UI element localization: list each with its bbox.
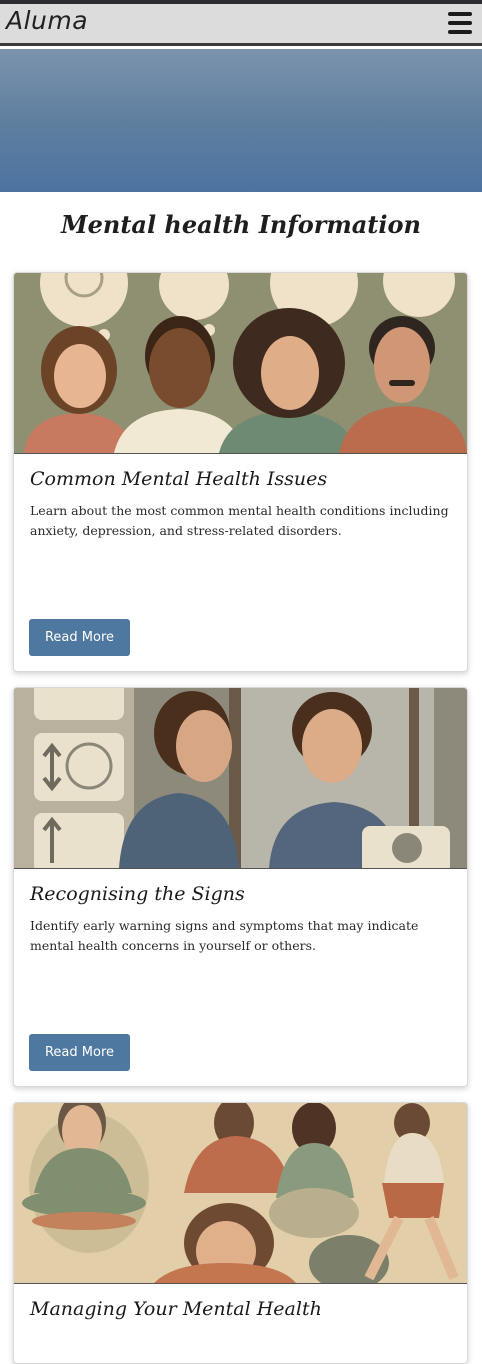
navbar: Aluma xyxy=(0,4,482,46)
card-title: Common Mental Health Issues xyxy=(30,468,328,490)
card-description: Learn about the most common mental healt… xyxy=(30,503,449,538)
brand-logo[interactable]: Aluma xyxy=(6,6,88,35)
hero-banner xyxy=(0,49,482,192)
card-description: Identify early warning signs and symptom… xyxy=(30,918,419,953)
info-card-managing-health: Managing Your Mental Health xyxy=(13,1102,468,1364)
card-title: Recognising the Signs xyxy=(30,883,245,905)
read-more-button[interactable]: Read More xyxy=(29,619,130,656)
info-card-common-issues: Common Mental Health Issues Learn about … xyxy=(13,272,468,672)
info-card-recognising-signs: Recognising the Signs Identify early war… xyxy=(13,687,468,1087)
card-image-mirror-reflection xyxy=(14,688,467,869)
hamburger-menu-icon[interactable] xyxy=(448,12,472,34)
card-image-sad-people xyxy=(14,273,467,454)
page-title: Mental health Information xyxy=(61,210,421,239)
card-image-wellness-activities xyxy=(14,1103,467,1284)
read-more-button[interactable]: Read More xyxy=(29,1034,130,1071)
card-title: Managing Your Mental Health xyxy=(30,1298,322,1320)
